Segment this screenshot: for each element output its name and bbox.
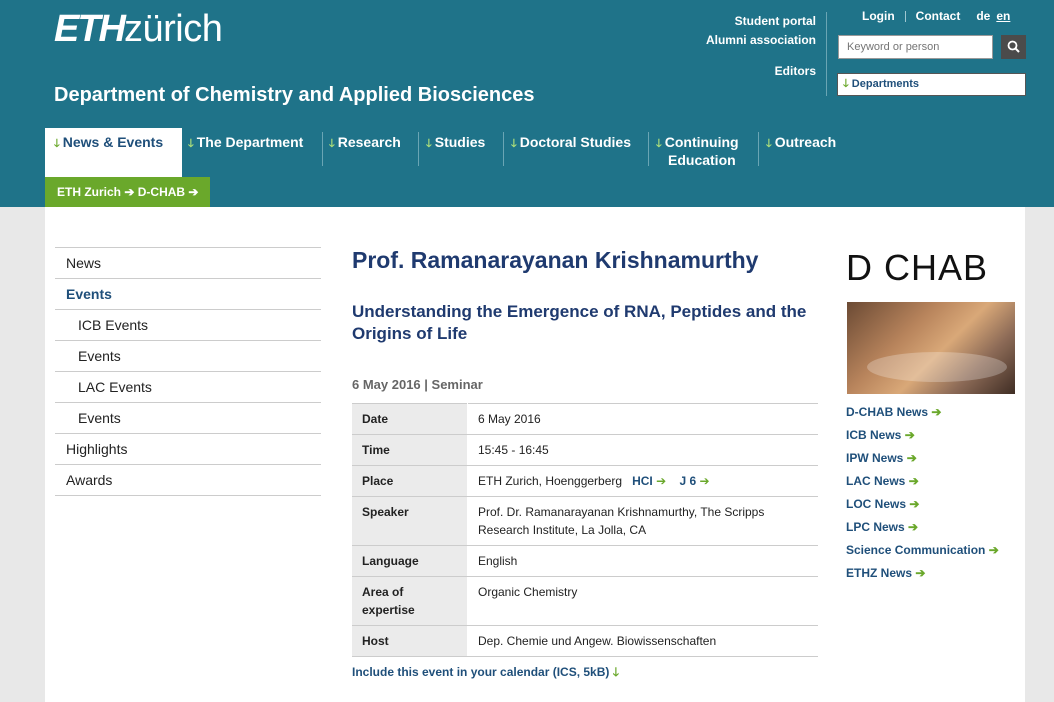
sidebar-item-lac-events[interactable]: LAC Events bbox=[55, 372, 321, 403]
j6-link[interactable]: J 6 bbox=[680, 474, 697, 488]
table-row: Time 15:45 - 16:45 bbox=[352, 434, 818, 466]
quick-links: Student portal Alumni association bbox=[706, 12, 816, 50]
table-row: Speaker Prof. Dr. Ramanarayanan Krishnamu… bbox=[352, 496, 818, 546]
sidebar-nav: News Events ICB Events Events LAC Events… bbox=[55, 247, 321, 496]
lang-de[interactable]: de bbox=[976, 9, 990, 23]
search-input[interactable] bbox=[838, 35, 993, 59]
event-details-table: Date 6 May 2016 Time 15:45 - 16:45 Place E… bbox=[352, 403, 818, 657]
nav-studies[interactable]: 🡓 Studies bbox=[426, 128, 496, 177]
arrow-down-icon: 🡓 bbox=[612, 665, 619, 679]
arrow-right-icon: ➔ bbox=[915, 566, 926, 580]
arrow-down-icon: 🡓 bbox=[329, 138, 335, 150]
arrow-down-icon: 🡓 bbox=[656, 138, 662, 150]
nav-outreach[interactable]: 🡓 Outreach bbox=[766, 128, 856, 177]
sidebar-item-awards[interactable]: Awards bbox=[55, 465, 321, 496]
link-lac-news[interactable]: LAC News ➔ bbox=[846, 470, 999, 493]
search-box bbox=[838, 35, 1026, 59]
editors-link[interactable]: Editors bbox=[775, 64, 816, 78]
site-header: ETHzürich Department of Chemistry and Ap… bbox=[0, 0, 1054, 207]
search-icon bbox=[1007, 40, 1020, 53]
lang-en[interactable]: en bbox=[996, 9, 1010, 23]
arrow-down-icon: 🡓 bbox=[188, 138, 194, 150]
sidebar-item-highlights[interactable]: Highlights bbox=[55, 434, 321, 465]
arrow-right-icon: ➔ bbox=[931, 405, 942, 419]
eth-logo[interactable]: ETHzürich bbox=[54, 8, 223, 51]
arrow-right-icon: ➔ bbox=[909, 497, 920, 511]
nav-news-events[interactable]: 🡓 News & Events bbox=[45, 128, 182, 177]
link-icb-news[interactable]: ICB News ➔ bbox=[846, 424, 999, 447]
arrow-right-icon: ➔ bbox=[699, 474, 710, 488]
header-divider bbox=[826, 12, 827, 96]
arrow-down-icon: 🡓 bbox=[766, 138, 772, 150]
login-link[interactable]: Login bbox=[862, 9, 895, 23]
arrow-right-icon: ➔ bbox=[906, 451, 917, 465]
nav-research[interactable]: 🡓 Research bbox=[329, 128, 409, 177]
arrow-right-icon: ➔ bbox=[908, 520, 919, 534]
page-title: Prof. Ramanarayanan Krishnamurthy bbox=[352, 247, 759, 273]
nav-the-department[interactable]: 🡓 The Department bbox=[188, 128, 318, 177]
sidebar-item-icb-events[interactable]: ICB Events bbox=[55, 310, 321, 341]
link-loc-news[interactable]: LOC News ➔ bbox=[846, 493, 999, 516]
table-row: Host Dep. Chemie und Angew. Biowissenscha… bbox=[352, 625, 818, 657]
breadcrumb: ETH Zurich ➔ D-CHAB ➔ bbox=[45, 177, 211, 207]
dchab-logo: D CHAB bbox=[846, 247, 989, 288]
link-ipw-news[interactable]: IPW News ➔ bbox=[846, 447, 999, 470]
link-lpc-news[interactable]: LPC News ➔ bbox=[846, 516, 999, 539]
arrow-down-icon: 🡓 bbox=[426, 138, 432, 150]
sidebar-item-events-2[interactable]: Events bbox=[55, 403, 321, 434]
sidebar-item-events[interactable]: Events bbox=[55, 279, 321, 310]
table-row: Date 6 May 2016 bbox=[352, 403, 818, 435]
main-content: News Events ICB Events Events LAC Events… bbox=[45, 207, 1025, 702]
alumni-link[interactable]: Alumni association bbox=[706, 31, 816, 50]
link-dchab-news[interactable]: D-CHAB News ➔ bbox=[846, 401, 999, 424]
arrow-right-icon: ➔ bbox=[908, 474, 919, 488]
nav-continuing-education[interactable]: 🡓 Continuing Education bbox=[656, 128, 751, 177]
lecture-hall-photo bbox=[847, 302, 1015, 394]
event-subtitle: Understanding the Emergence of RNA, Pept… bbox=[352, 302, 807, 343]
news-links: D-CHAB News ➔ ICB News ➔ IPW News ➔ LAC … bbox=[846, 401, 999, 585]
arrow-right-icon: ➔ bbox=[188, 185, 199, 199]
arrow-down-icon: 🡓 bbox=[843, 78, 849, 90]
arrow-right-icon: ➔ bbox=[124, 185, 138, 199]
table-row: Place ETH Zurich, Hoenggerberg HCI ➔ J 6… bbox=[352, 465, 818, 497]
breadcrumb-dchab[interactable]: D-CHAB bbox=[138, 185, 185, 199]
nav-doctoral-studies[interactable]: 🡓 Doctoral Studies bbox=[511, 128, 643, 177]
arrow-right-icon: ➔ bbox=[904, 428, 915, 442]
breadcrumb-eth[interactable]: ETH Zurich bbox=[57, 185, 121, 199]
arrow-right-icon: ➔ bbox=[988, 543, 999, 557]
arrow-right-icon: ➔ bbox=[656, 474, 667, 488]
event-meta: 6 May 2016 | Seminar bbox=[352, 377, 483, 392]
link-ethz-news[interactable]: ETHZ News ➔ bbox=[846, 562, 999, 585]
contact-link[interactable]: Contact bbox=[916, 9, 961, 23]
arrow-down-icon: 🡓 bbox=[511, 138, 517, 150]
calendar-link[interactable]: Include this event in your calendar (ICS… bbox=[352, 663, 619, 684]
table-row: Language English bbox=[352, 545, 818, 577]
link-science-communication[interactable]: Science Communication ➔ bbox=[846, 539, 999, 562]
sidebar-item-events-1[interactable]: Events bbox=[55, 341, 321, 372]
hci-link[interactable]: HCI bbox=[632, 474, 653, 488]
table-row: Area of expertise Organic Chemistry bbox=[352, 576, 818, 626]
arrow-down-icon: 🡓 bbox=[54, 138, 60, 150]
search-button[interactable] bbox=[1001, 35, 1026, 59]
department-title[interactable]: Department of Chemistry and Applied Bios… bbox=[54, 84, 534, 107]
departments-dropdown[interactable]: 🡓 Departments bbox=[837, 73, 1026, 96]
student-portal-link[interactable]: Student portal bbox=[706, 12, 816, 31]
utility-links: Login Contact de en bbox=[862, 9, 1010, 23]
sidebar-item-news[interactable]: News bbox=[55, 248, 321, 279]
